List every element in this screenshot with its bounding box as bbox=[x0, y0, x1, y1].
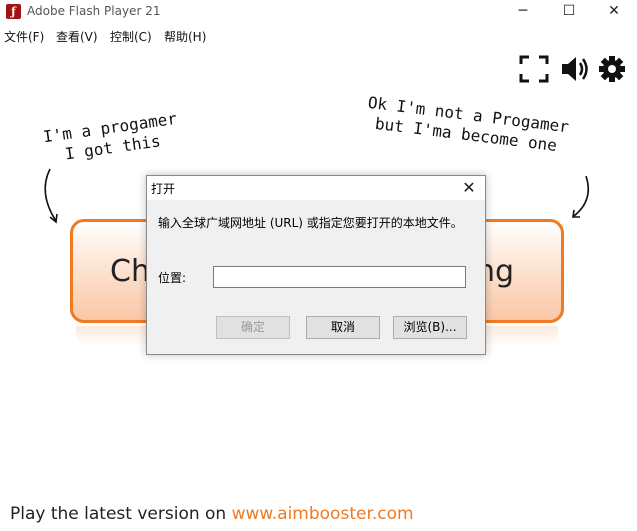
location-label: 位置: bbox=[158, 269, 186, 286]
dialog-close-button[interactable]: ✕ bbox=[455, 176, 483, 200]
arrow-left-icon bbox=[36, 165, 70, 229]
browse-button[interactable]: 浏览(B)... bbox=[393, 316, 467, 339]
fullscreen-icon[interactable] bbox=[519, 55, 549, 83]
maximize-button[interactable]: ☐ bbox=[546, 0, 592, 24]
close-button[interactable]: ✕ bbox=[591, 0, 637, 24]
arrow-right-icon bbox=[568, 172, 598, 224]
cancel-button[interactable]: 取消 bbox=[306, 316, 380, 339]
open-dialog: 打开 ✕ 输入全球广域网地址 (URL) 或指定您要打开的本地文件。 位置: 确… bbox=[146, 175, 486, 355]
title-bar: ƒ Adobe Flash Player 21 ─ ☐ ✕ bbox=[0, 0, 637, 24]
big-button-text-left: Ch bbox=[110, 254, 150, 289]
menu-view[interactable]: 查看(V) bbox=[56, 28, 98, 45]
footer-label: Play the latest version on bbox=[10, 504, 232, 524]
menu-control[interactable]: 控制(C) bbox=[110, 28, 152, 45]
dialog-title: 打开 bbox=[151, 180, 175, 197]
flash-icon: ƒ bbox=[6, 4, 21, 19]
aimbooster-link[interactable]: www.aimbooster.com bbox=[232, 504, 414, 524]
gear-icon[interactable] bbox=[598, 55, 626, 83]
dialog-message: 输入全球广域网地址 (URL) 或指定您要打开的本地文件。 bbox=[158, 214, 463, 231]
menu-bar: 文件(F) 查看(V) 控制(C) 帮助(H) bbox=[0, 25, 637, 45]
menu-help[interactable]: 帮助(H) bbox=[164, 28, 206, 45]
footer-text: Play the latest version on www.aimbooste… bbox=[10, 504, 414, 524]
location-input[interactable] bbox=[213, 266, 466, 288]
window-title: Adobe Flash Player 21 bbox=[27, 4, 160, 18]
menu-file[interactable]: 文件(F) bbox=[4, 28, 44, 45]
ok-button[interactable]: 确定 bbox=[216, 316, 290, 339]
minimize-button[interactable]: ─ bbox=[500, 0, 546, 24]
dialog-title-bar: 打开 ✕ bbox=[147, 176, 485, 200]
speaker-icon[interactable] bbox=[560, 55, 590, 83]
